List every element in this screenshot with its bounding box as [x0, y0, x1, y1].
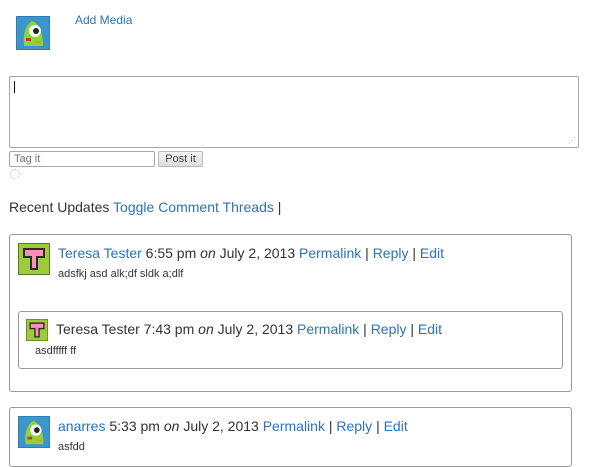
comment-date: July 2, 2013 — [183, 418, 259, 434]
teresa-avatar-icon — [18, 243, 50, 275]
recent-updates-title: Recent Updates — [9, 199, 110, 215]
post-thread: Teresa Tester 6:55 pm on July 2, 2013 Pe… — [9, 234, 572, 392]
reply-link[interactable]: Reply — [371, 321, 407, 337]
separator: | — [365, 245, 369, 261]
add-media-link[interactable]: Add Media — [75, 13, 132, 27]
reply-date: July 2, 2013 — [217, 321, 294, 337]
recent-updates-bar: Recent Updates Toggle Comment Threads | — [9, 199, 281, 215]
permalink-link[interactable]: Permalink — [297, 321, 359, 337]
user-avatar-icon — [16, 16, 50, 50]
separator: | — [328, 418, 333, 434]
resize-grip-icon[interactable]: ⋰ — [568, 137, 576, 145]
separator: | — [376, 418, 380, 434]
on-word: on — [198, 321, 214, 337]
post-it-button[interactable]: Post it — [158, 151, 203, 167]
permalink-link[interactable]: Permalink — [299, 245, 361, 261]
tag-input[interactable] — [9, 151, 155, 167]
separator: | — [412, 245, 417, 261]
toggle-comment-threads-link[interactable]: Toggle Comment Threads — [113, 199, 274, 215]
on-word: on — [163, 418, 180, 434]
reply-link[interactable]: Reply — [373, 245, 409, 261]
reply-link[interactable]: Reply — [336, 418, 372, 434]
anarres-avatar-icon — [18, 416, 50, 448]
post-thread: anarres 5:33 pm on July 2, 2013 Permalin… — [9, 407, 572, 467]
reply-body: asdfffff ff — [35, 345, 77, 357]
separator: | — [363, 321, 367, 337]
status-textarea[interactable]: ⋰ — [9, 76, 579, 148]
edit-link[interactable]: Edit — [418, 321, 442, 337]
author-link[interactable]: anarres — [58, 418, 105, 434]
comment-meta: anarres 5:33 pm on July 2, 2013 Permalin… — [58, 418, 408, 434]
loading-spinner-icon — [10, 169, 20, 179]
edit-link[interactable]: Edit — [384, 418, 408, 434]
comment-meta: Teresa Tester 6:55 pm on July 2, 2013 Pe… — [58, 245, 444, 261]
permalink-link[interactable]: Permalink — [263, 418, 325, 434]
reply-time: 7:43 pm — [143, 321, 195, 337]
comment-body: asfdd — [58, 441, 85, 453]
author-link[interactable]: Teresa Tester — [58, 245, 142, 261]
reply-meta: Teresa Tester 7:43 pm on July 2, 2013 Pe… — [56, 321, 442, 337]
reply-author: Teresa Tester — [56, 321, 140, 337]
teresa-avatar-icon — [26, 319, 48, 341]
comment-time: 5:33 pm — [109, 418, 160, 434]
text-caret — [14, 81, 15, 93]
separator: | — [277, 199, 282, 215]
edit-link[interactable]: Edit — [420, 245, 444, 261]
on-word: on — [200, 245, 216, 261]
comment-body: adsfkj asd alk;df sldk a;dlf — [58, 268, 184, 280]
separator: | — [410, 321, 415, 337]
reply-thread: Teresa Tester 7:43 pm on July 2, 2013 Pe… — [18, 311, 563, 369]
comment-time: 6:55 pm — [145, 245, 197, 261]
comment-date: July 2, 2013 — [219, 245, 296, 261]
